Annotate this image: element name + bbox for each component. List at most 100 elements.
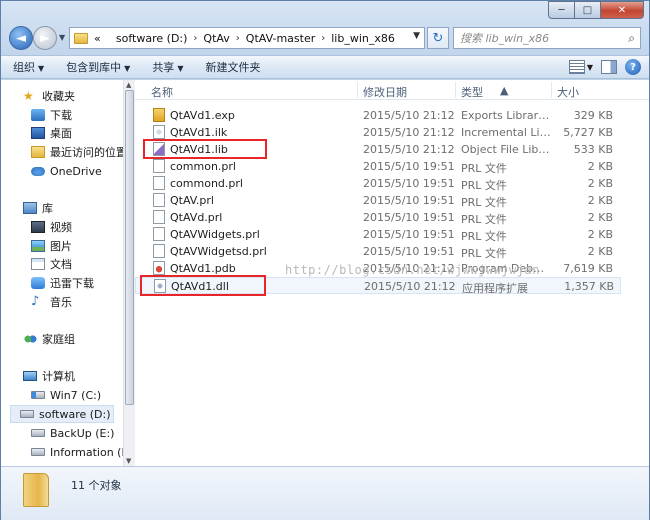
file-name: QtAVd1.ilk bbox=[170, 125, 228, 139]
file-type: PRL 文件 bbox=[461, 162, 507, 175]
forward-button[interactable]: ► bbox=[33, 26, 57, 50]
file-name: QtAVd1.exp bbox=[170, 108, 235, 122]
close-button[interactable]: ✕ bbox=[600, 1, 644, 19]
folder-icon bbox=[23, 473, 49, 507]
recent-pages-dropdown[interactable]: ▼ bbox=[59, 33, 65, 42]
document-library-icon bbox=[31, 258, 45, 270]
address-bar[interactable]: « software (D:) › QtAv › QtAV-master › l… bbox=[69, 27, 425, 49]
file-row[interactable]: common.prl 2015/5/10 19:51 PRL 文件 2 KB bbox=[135, 158, 621, 175]
column-size[interactable]: 大小 bbox=[557, 84, 579, 100]
include-in-library-menu[interactable]: 包含到库中 ▼ bbox=[66, 59, 130, 75]
scroll-down-icon[interactable]: ▼ bbox=[126, 457, 131, 465]
nav-item-recent[interactable]: 最近访问的位置 bbox=[31, 143, 127, 161]
scrollbar-thumb[interactable] bbox=[125, 90, 134, 405]
file-row[interactable]: QtAVd1.lib 2015/5/10 21:12 Object File L… bbox=[135, 141, 621, 158]
search-placeholder: 搜索 lib_win_x86 bbox=[460, 32, 550, 45]
file-row[interactable]: QtAVWidgets.prl 2015/5/10 19:51 PRL 文件 2… bbox=[135, 226, 621, 243]
cloud-icon bbox=[31, 166, 45, 176]
file-list: 名称 修改日期 类型 ▲ 大小 QtAVd1.exp 2015/5/10 21:… bbox=[135, 80, 649, 466]
breadcrumb-overflow[interactable]: « bbox=[94, 32, 101, 45]
include-label: 包含到库中 bbox=[66, 61, 122, 74]
nav-homegroup[interactable]: 家庭组 bbox=[23, 330, 75, 348]
breadcrumb-item[interactable]: QtAv bbox=[203, 32, 229, 45]
nav-computer[interactable]: 计算机 bbox=[23, 367, 75, 385]
arrow-right-icon: ► bbox=[40, 30, 50, 46]
nav-item-music[interactable]: ♪ 音乐 bbox=[31, 293, 72, 311]
view-options-icon[interactable] bbox=[568, 60, 585, 74]
nav-label: 计算机 bbox=[42, 370, 75, 383]
file-icon bbox=[153, 227, 165, 241]
refresh-button[interactable]: ↻ bbox=[427, 27, 449, 49]
breadcrumb-item[interactable]: lib_win_x86 bbox=[331, 32, 395, 45]
file-size: 2 KB bbox=[587, 228, 613, 241]
file-type: PRL 文件 bbox=[461, 230, 507, 243]
column-date[interactable]: 修改日期 bbox=[363, 84, 407, 100]
music-note-icon: ♪ bbox=[31, 294, 40, 309]
navigation-scrollbar[interactable]: ▲ ▼ bbox=[123, 80, 135, 466]
file-row[interactable]: QtAVd.prl 2015/5/10 19:51 PRL 文件 2 KB bbox=[135, 209, 621, 226]
nav-label: Win7 (C:) bbox=[50, 388, 102, 402]
file-icon bbox=[153, 159, 165, 173]
nav-item-thunder[interactable]: 迅雷下载 bbox=[31, 274, 94, 292]
chevron-right-icon[interactable] bbox=[107, 33, 110, 44]
file-row-selected[interactable]: QtAVd1.dll 2015/5/10 21:12 应用程序扩展 1,357 … bbox=[135, 277, 621, 295]
column-headers: 名称 修改日期 类型 ▲ 大小 bbox=[135, 80, 649, 100]
nav-item-desktop[interactable]: 桌面 bbox=[31, 124, 72, 142]
file-size: 533 KB bbox=[573, 143, 613, 156]
breadcrumb-item[interactable]: software (D:) bbox=[116, 32, 188, 45]
nav-item-drive-f[interactable]: Information (F:) bbox=[31, 443, 135, 461]
file-name: QtAVd1.lib bbox=[170, 142, 228, 156]
nav-label: 收藏夹 bbox=[42, 90, 75, 103]
share-menu[interactable]: 共享 ▼ bbox=[152, 59, 183, 75]
file-row[interactable]: commond.prl 2015/5/10 19:51 PRL 文件 2 KB bbox=[135, 175, 621, 192]
file-name: QtAVd.prl bbox=[170, 210, 223, 224]
maximize-button[interactable]: □ bbox=[574, 1, 600, 19]
navigation-pane: ★ 收藏夹 下载 桌面 最近访问的位置 OneDrive 库 视频 图片 文档 迅… bbox=[1, 80, 135, 466]
file-size: 7,619 KB bbox=[563, 262, 613, 275]
column-divider[interactable] bbox=[357, 82, 358, 98]
dll-file-icon bbox=[154, 279, 166, 293]
nav-item-documents[interactable]: 文档 bbox=[31, 255, 72, 273]
nav-item-downloads[interactable]: 下载 bbox=[31, 106, 72, 124]
breadcrumb-item[interactable]: QtAV-master bbox=[246, 32, 315, 45]
file-date: 2015/5/10 21:12 bbox=[363, 143, 455, 156]
nav-label: 下载 bbox=[50, 109, 72, 122]
help-icon[interactable]: ? bbox=[625, 59, 641, 75]
minimize-button[interactable]: ─ bbox=[548, 1, 574, 19]
scroll-up-icon[interactable]: ▲ bbox=[126, 81, 131, 89]
column-name[interactable]: 名称 bbox=[151, 84, 173, 100]
file-row[interactable]: QtAVd1.ilk 2015/5/10 21:12 Incremental L… bbox=[135, 124, 621, 141]
chevron-down-icon[interactable]: ▼ bbox=[587, 63, 593, 72]
nav-libraries[interactable]: 库 bbox=[23, 199, 53, 217]
chevron-right-icon[interactable]: › bbox=[236, 33, 240, 44]
file-size: 329 KB bbox=[573, 109, 613, 122]
file-row[interactable]: QtAV.prl 2015/5/10 19:51 PRL 文件 2 KB bbox=[135, 192, 621, 209]
column-divider[interactable] bbox=[551, 82, 552, 98]
address-dropdown-icon[interactable]: ▼ bbox=[413, 31, 420, 41]
file-date: 2015/5/10 19:51 bbox=[363, 211, 455, 224]
file-type: PRL 文件 bbox=[461, 196, 507, 209]
details-pane: 11 个对象 bbox=[1, 466, 649, 520]
search-input[interactable]: 搜索 lib_win_x86 ⌕ bbox=[453, 27, 641, 49]
nav-favorites[interactable]: ★ 收藏夹 bbox=[23, 87, 75, 105]
picture-library-icon bbox=[31, 240, 45, 252]
nav-label: 迅雷下载 bbox=[50, 277, 94, 290]
nav-item-drive-c[interactable]: Win7 (C:) bbox=[31, 386, 101, 404]
back-button[interactable]: ◄ bbox=[9, 26, 33, 50]
ilk-file-icon bbox=[153, 125, 165, 139]
chevron-right-icon[interactable]: › bbox=[321, 33, 325, 44]
nav-item-drive-d[interactable]: software (D:) bbox=[10, 405, 114, 423]
column-type[interactable]: 类型 bbox=[461, 84, 483, 100]
file-row[interactable]: QtAVd1.exp 2015/5/10 21:12 Exports Libra… bbox=[135, 107, 621, 124]
new-folder-button[interactable]: 新建文件夹 bbox=[205, 59, 260, 75]
file-row[interactable]: QtAVWidgetsd.prl 2015/5/10 19:51 PRL 文件 … bbox=[135, 243, 621, 260]
nav-item-onedrive[interactable]: OneDrive bbox=[31, 162, 102, 180]
column-divider[interactable] bbox=[455, 82, 456, 98]
nav-item-drive-e[interactable]: BackUp (E:) bbox=[31, 424, 114, 442]
preview-pane-icon[interactable] bbox=[601, 60, 617, 74]
search-icon[interactable]: ⌕ bbox=[628, 31, 635, 46]
chevron-right-icon[interactable]: › bbox=[193, 33, 197, 44]
organize-menu[interactable]: 组织 ▼ bbox=[13, 59, 44, 75]
nav-item-pictures[interactable]: 图片 bbox=[31, 237, 72, 255]
nav-item-videos[interactable]: 视频 bbox=[31, 218, 72, 236]
